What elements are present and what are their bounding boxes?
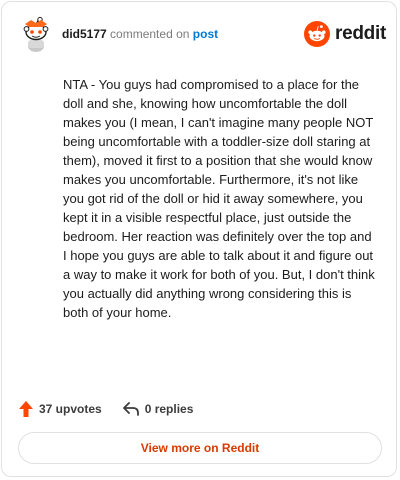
comment-actions: 37 upvotes 0 replies xyxy=(18,398,193,420)
embedded-comment-card: did5177 commented on post reddit NTA - Y… xyxy=(1,1,397,477)
username[interactable]: did5177 xyxy=(62,27,107,41)
upvote-button[interactable]: 37 upvotes xyxy=(18,400,102,418)
snoo-avatar-icon[interactable] xyxy=(18,16,54,52)
post-link[interactable]: post xyxy=(193,27,218,41)
reddit-brand[interactable]: reddit xyxy=(304,20,386,48)
upvote-count: 37 upvotes xyxy=(39,402,102,416)
comment-body: NTA - You guys had compromised to a plac… xyxy=(63,77,375,320)
commented-on-text: commented on xyxy=(110,27,190,41)
comment-meta: did5177 commented on post xyxy=(62,27,218,41)
view-more-button[interactable]: View more on Reddit xyxy=(18,432,382,464)
comment-header: did5177 commented on post reddit xyxy=(16,14,386,54)
reply-arrow-icon xyxy=(122,402,139,416)
reply-count: 0 replies xyxy=(144,402,194,416)
replies-button[interactable]: 0 replies xyxy=(122,401,194,417)
reddit-logo-icon xyxy=(304,21,331,47)
upvote-arrow-icon xyxy=(19,401,33,417)
reddit-wordmark: reddit xyxy=(335,23,386,44)
